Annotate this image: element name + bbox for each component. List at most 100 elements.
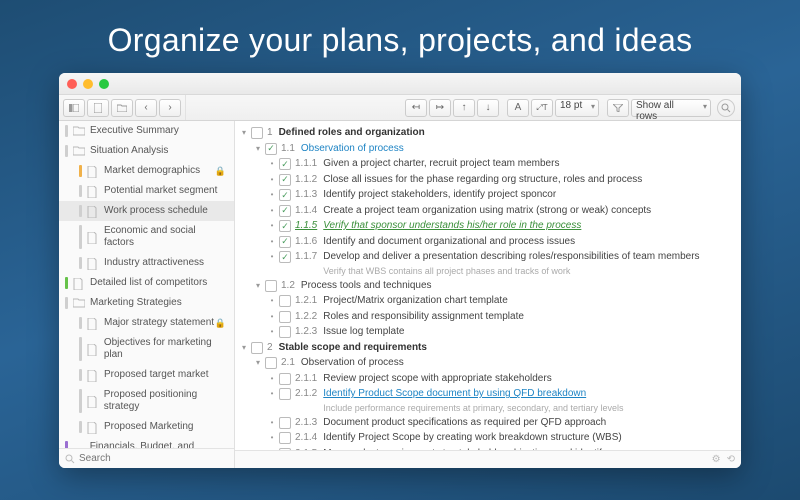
outline-row[interactable]: ▾2.1Observation of process (239, 355, 735, 371)
forward-button[interactable]: › (159, 99, 181, 117)
disclosure-open-icon[interactable]: ▾ (253, 142, 263, 155)
outline-pane: ▾1Defined roles and organization▾1.1Obse… (235, 121, 741, 468)
close-icon[interactable] (67, 79, 77, 89)
sidebar-item[interactable]: Financials, Budget, and Forecasts (59, 437, 234, 448)
sidebar-item[interactable]: Situation Analysis (59, 141, 234, 161)
checkbox[interactable] (279, 220, 291, 232)
outline-row[interactable]: •1.1.1Given a project charter, recruit p… (239, 156, 735, 172)
checkbox[interactable] (251, 127, 263, 139)
search-input[interactable] (79, 453, 179, 464)
outline-row[interactable]: •2.1.3Document product specifications as… (239, 415, 735, 431)
disclosure-open-icon[interactable]: ▾ (239, 341, 249, 354)
checkbox[interactable] (279, 251, 291, 263)
outline-row[interactable]: •1.1.6Identify and document organization… (239, 234, 735, 250)
new-folder-button[interactable] (111, 99, 133, 117)
checkbox[interactable] (279, 373, 291, 385)
search-button[interactable] (717, 99, 735, 117)
outline-text: Develop and deliver a presentation descr… (323, 250, 735, 264)
checkbox[interactable] (279, 311, 291, 323)
outline-row[interactable]: •1.2.1Project/Matrix organization chart … (239, 293, 735, 309)
sidebar-item[interactable]: Marketing Strategies (59, 293, 234, 313)
outline-row[interactable]: •1.1.4Create a project team organization… (239, 203, 735, 219)
outline-row[interactable]: •2.1.2Identify Product Scope document by… (239, 386, 735, 415)
bullet-icon: • (267, 431, 277, 444)
bullet-icon: • (267, 325, 277, 338)
checkbox[interactable] (279, 417, 291, 429)
checkbox[interactable] (279, 388, 291, 400)
filter-button[interactable] (607, 99, 629, 117)
checkbox[interactable] (265, 143, 277, 155)
sidebar-item-label: Situation Analysis (90, 145, 168, 157)
outline-row[interactable]: •1.1.7Develop and deliver a presentation… (239, 249, 735, 278)
outline-note: Include performance requirements at prim… (323, 401, 735, 414)
sidebar-item[interactable]: Potential market segment (59, 181, 234, 201)
sidebar-item[interactable]: Major strategy statement🔒 (59, 313, 234, 333)
outline-number: 1.1.2 (295, 173, 317, 187)
checkbox[interactable] (279, 158, 291, 170)
outline-row[interactable]: •1.2.3Issue log template (239, 324, 735, 340)
outline-row[interactable]: ▾1.1Observation of process (239, 141, 735, 157)
back-button[interactable]: ‹ (135, 99, 157, 117)
font-size-select[interactable]: 18 pt (555, 99, 599, 117)
main-footer: ⚙ ⟲ (235, 450, 741, 468)
sidebar-search[interactable] (59, 448, 234, 468)
outline-number: 1 (267, 126, 273, 140)
sidebar-item[interactable]: Objectives for marketing plan (59, 333, 234, 365)
disclosure-open-icon[interactable]: ▾ (253, 356, 263, 369)
sidebar-item-label: Market demographics (104, 165, 200, 177)
outline-row[interactable]: •1.1.2Close all issues for the phase reg… (239, 172, 735, 188)
sidebar-item[interactable]: Work process schedule (59, 201, 234, 221)
checkbox[interactable] (279, 295, 291, 307)
outline-row[interactable]: •1.2.2Roles and responsibility assignmen… (239, 309, 735, 325)
bullet-icon: • (267, 173, 277, 186)
sidebar-item[interactable]: Proposed target market (59, 365, 234, 385)
minimize-icon[interactable] (83, 79, 93, 89)
bullet-icon: • (267, 157, 277, 170)
refresh-icon[interactable]: ⟲ (727, 454, 735, 465)
new-doc-button[interactable] (87, 99, 109, 117)
checkbox[interactable] (279, 236, 291, 248)
settings-icon[interactable]: ⚙ (712, 454, 721, 465)
sidebar-item[interactable]: Economic and social factors (59, 221, 234, 253)
outline-number: 1.2.1 (295, 294, 317, 308)
checkbox[interactable] (265, 280, 277, 292)
text-size-button[interactable]: ⤢T (531, 99, 553, 117)
checkbox[interactable] (279, 174, 291, 186)
filter-select[interactable]: Show all rows (631, 99, 711, 117)
checkbox[interactable] (279, 189, 291, 201)
sidebar-toggle-button[interactable] (63, 99, 85, 117)
checkbox[interactable] (279, 205, 291, 217)
outdent-button[interactable]: ↤ (405, 99, 427, 117)
outline-row[interactable]: •1.1.5Verify that sponsor understands hi… (239, 218, 735, 234)
font-button[interactable]: A (507, 99, 529, 117)
move-up-button[interactable]: ↑ (453, 99, 475, 117)
outline-row[interactable]: •1.1.3Identify project stakeholders, ide… (239, 187, 735, 203)
outline-row[interactable]: •2.1.1Review project scope with appropri… (239, 371, 735, 387)
disclosure-open-icon[interactable]: ▾ (253, 279, 263, 292)
sidebar-item[interactable]: Industry attractiveness (59, 253, 234, 273)
document-icon (87, 258, 99, 268)
document-icon (87, 344, 99, 354)
disclosure-open-icon[interactable]: ▾ (239, 126, 249, 139)
outline-row[interactable]: ▾1Defined roles and organization (239, 125, 735, 141)
checkbox[interactable] (279, 432, 291, 444)
outline-text: Observation of process (301, 142, 735, 156)
outline-row[interactable]: ▾2Stable scope and requirements (239, 340, 735, 356)
sidebar-item[interactable]: Detailed list of competitors (59, 273, 234, 293)
toolbar: ‹ › ↤ ↦ ↑ ↓ A ⤢T 18 pt Show all rows (59, 95, 741, 121)
outline-row[interactable]: ▾1.2Process tools and techniques (239, 278, 735, 294)
sidebar-item[interactable]: Proposed Marketing (59, 417, 234, 437)
sidebar-item[interactable]: Market demographics🔒 (59, 161, 234, 181)
folder-icon (73, 298, 85, 308)
indent-button[interactable]: ↦ (429, 99, 451, 117)
checkbox[interactable] (251, 342, 263, 354)
outline-row[interactable]: •2.1.4Identify Project Scope by creating… (239, 430, 735, 446)
checkbox[interactable] (265, 357, 277, 369)
checkbox[interactable] (279, 326, 291, 338)
color-bar (79, 337, 82, 361)
filter-value: Show all rows (636, 100, 674, 122)
move-down-button[interactable]: ↓ (477, 99, 499, 117)
zoom-icon[interactable] (99, 79, 109, 89)
sidebar-item[interactable]: Executive Summary (59, 121, 234, 141)
sidebar-item[interactable]: Proposed positioning strategy (59, 385, 234, 417)
